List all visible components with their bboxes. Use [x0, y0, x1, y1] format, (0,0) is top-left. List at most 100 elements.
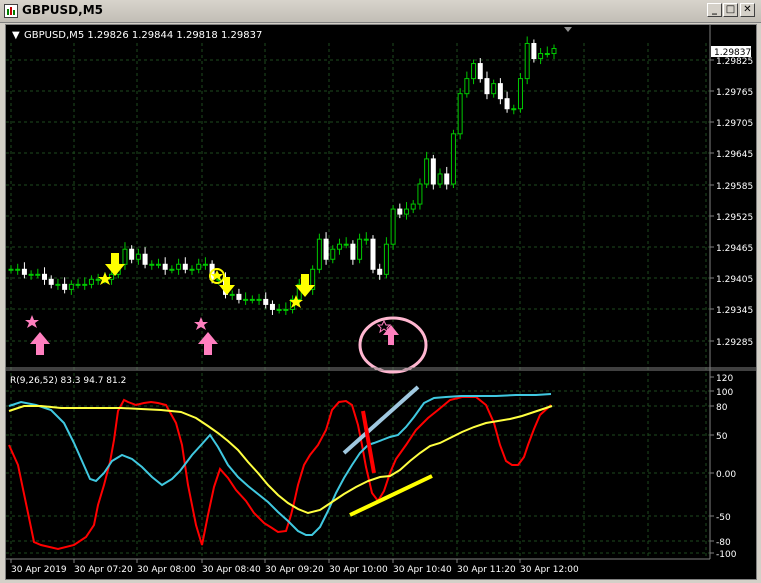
maximize-button[interactable]: □: [723, 3, 738, 17]
indicator-tick-label: -100: [716, 550, 737, 560]
candle-body: [430, 158, 436, 185]
minimize-button[interactable]: _: [707, 3, 722, 17]
buy-signal-arrow-icon: [194, 317, 218, 355]
candle-body: [169, 268, 175, 271]
time-tick-label: 30 Apr 08:00: [137, 565, 196, 575]
price-tick-label: 1.29405: [716, 275, 753, 285]
candle-body: [551, 48, 557, 55]
candle-body: [62, 283, 68, 290]
candle-body: [129, 248, 135, 260]
candle-body: [162, 263, 168, 270]
candle-body: [142, 253, 148, 265]
candle-body: [417, 183, 423, 205]
candle-body: [256, 298, 262, 301]
candle-body: [196, 263, 202, 270]
time-axis: 30 Apr 2019 30 Apr 07:20 30 Apr 08:00 30 Ap…: [10, 559, 579, 575]
candle-body: [397, 208, 403, 215]
indicator-cyan-line: [8, 393, 552, 536]
candle-body: [68, 283, 74, 290]
candle-body: [524, 42, 530, 80]
candle-body: [491, 83, 497, 95]
candle-body: [410, 203, 416, 210]
candle-body: [336, 243, 342, 250]
indicator-tick-label: 120: [716, 374, 733, 384]
time-tick-label: 30 Apr 10:40: [393, 565, 452, 575]
price-tick-label: 1.29525: [716, 213, 753, 223]
buy-signal-arrow-icon: [376, 319, 399, 345]
time-tick-label: 30 Apr 08:40: [202, 565, 261, 575]
time-tick-label: 30 Apr 11:20: [457, 565, 516, 575]
buy-signal-arrow-icon: [25, 315, 50, 355]
current-price-label: 1.29837: [714, 48, 751, 58]
chart-window[interactable]: ▼ GBPUSD,M5 1.29826 1.29844 1.29818 1.29…: [5, 24, 757, 580]
time-tick-label: 30 Apr 10:00: [329, 565, 388, 575]
candle-body: [424, 158, 430, 185]
candle-body: [243, 298, 249, 301]
indicator-tick-label: 50: [716, 432, 728, 442]
close-button[interactable]: ✕: [740, 3, 755, 17]
candle-body: [263, 298, 269, 305]
candle-body: [122, 248, 128, 265]
candle-body: [457, 93, 463, 135]
window-title: GBPUSD,M5: [22, 3, 103, 17]
candle-body: [236, 293, 242, 300]
signal-markers: [25, 253, 428, 374]
candle-body: [15, 268, 21, 271]
candle-body: [42, 273, 48, 280]
indicator-panel-header: R(9,26,52) 83.3 94.7 81.2: [10, 376, 126, 386]
candle-body: [21, 268, 27, 275]
candle-body: [377, 268, 383, 275]
indicator-tick-label: 100: [716, 388, 733, 398]
candle-body: [95, 278, 101, 281]
indicator-tick-label: 80: [716, 403, 728, 413]
time-tick-label: 30 Apr 07:20: [74, 565, 133, 575]
candle-body: [323, 238, 329, 260]
candle-body: [182, 263, 188, 270]
candle-body: [390, 208, 396, 245]
candle-body: [202, 263, 208, 266]
candle-body: [370, 238, 376, 270]
candle-body: [504, 98, 510, 110]
candle-body: [404, 208, 410, 215]
candle-body: [383, 243, 389, 275]
candle-body: [517, 78, 523, 110]
chart-canvas[interactable]: ▼ GBPUSD,M5 1.29826 1.29844 1.29818 1.29…: [6, 25, 756, 579]
price-tick-label: 1.29705: [716, 119, 753, 129]
candle-body: [544, 53, 550, 56]
candle-body: [109, 273, 115, 280]
chart-shift-marker-icon[interactable]: [564, 27, 572, 32]
price-panel-header: GBPUSD,M5 1.29826 1.29844 1.29818 1.2983…: [24, 30, 262, 41]
candle-body: [35, 273, 41, 276]
candle-body: [249, 298, 255, 301]
candle-body: [88, 278, 94, 285]
candle-body: [283, 308, 289, 311]
candle-body: [484, 78, 490, 95]
candle-body: [531, 42, 537, 60]
candle-body: [511, 108, 517, 111]
window-titlebar: GBPUSD,M5 _ □ ✕: [0, 0, 761, 23]
candle-body: [471, 63, 477, 80]
candle-body: [229, 293, 235, 296]
candle-body: [269, 303, 275, 310]
trend-annotation-yellow: [349, 474, 433, 517]
candle-body: [497, 83, 503, 100]
candle-body: [330, 248, 336, 260]
price-tick-label: 1.29285: [716, 338, 753, 348]
candle-body: [189, 268, 195, 271]
price-tick-label: 1.29345: [716, 306, 753, 316]
candle-body: [82, 283, 88, 286]
candlestick-series: [8, 36, 557, 315]
candle-body: [276, 308, 282, 311]
candle-body: [350, 243, 356, 260]
indicator-tick-label: -50: [716, 513, 731, 523]
candle-body: [357, 238, 363, 260]
candle-body: [149, 263, 155, 266]
panel-collapse-arrow-icon[interactable]: ▼: [12, 30, 20, 41]
candle-body: [437, 173, 443, 185]
candle-body: [464, 78, 470, 95]
price-tick-label: 1.29645: [716, 150, 753, 160]
indicator-axis: 120 100 80 50 0.00 -50 -80 -100: [710, 374, 737, 560]
price-tick-label: 1.29825: [716, 57, 753, 67]
candle-body: [55, 283, 61, 286]
price-tick-label: 1.29765: [716, 88, 753, 98]
